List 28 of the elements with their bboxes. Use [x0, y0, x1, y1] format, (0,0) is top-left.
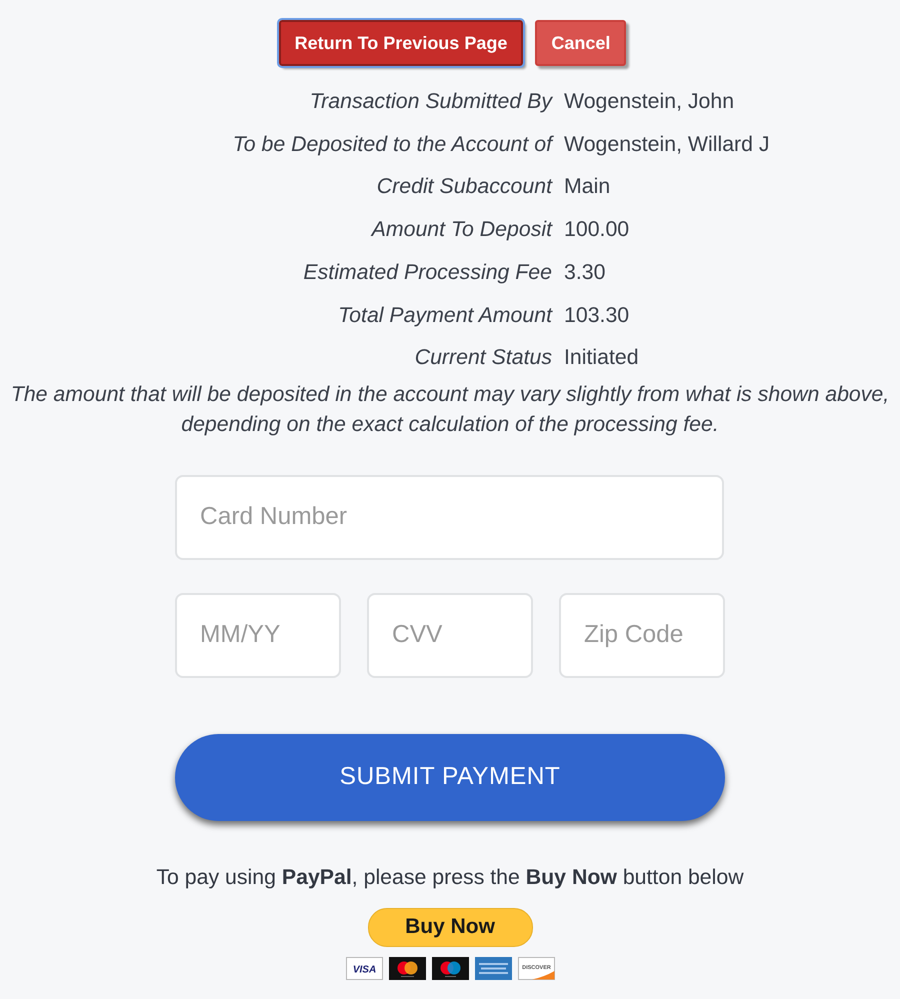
- input-field[interactable]: CVV: [367, 592, 533, 678]
- detail-value: Wogenstein, Willard J: [564, 130, 771, 158]
- fee-note: The amount that will be deposited in the account may vary slightly from what is shown above, depending on the exact calculation of the processing fee.: [10, 380, 890, 438]
- detail-value: Initiated: [564, 344, 640, 372]
- detail-value: 3.30: [564, 258, 606, 286]
- detail-value: 100.00: [564, 216, 630, 244]
- detail-value: 103.30: [564, 302, 630, 329]
- detail-label: Transaction Submitted By: [308, 88, 552, 115]
- submit-payment-button[interactable]: SUBMIT PAYMENT: [175, 734, 725, 821]
- visa-logo: VISA: [346, 956, 382, 980]
- detail-label: To be Deposited to the Account of: [232, 130, 552, 158]
- detail-value: Wogenstein, John: [564, 88, 736, 115]
- detail-label: Amount To Deposit: [370, 216, 552, 244]
- card-brand-icon: [388, 956, 426, 980]
- detail-value: Main: [564, 173, 612, 200]
- detail-label: Credit Subaccount: [376, 173, 552, 200]
- return-button[interactable]: Return To Previous Page: [278, 20, 524, 66]
- input-field[interactable]: MM/YY: [175, 592, 341, 678]
- detail-label: Total Payment Amount: [337, 302, 552, 329]
- buy-now-button[interactable]: Buy Now: [368, 908, 532, 947]
- card-number-field[interactable]: Card Number: [175, 474, 724, 560]
- card-brand-icon: [474, 956, 512, 980]
- cancel-button[interactable]: Cancel: [535, 20, 626, 66]
- detail-label: Estimated Processing Fee: [302, 258, 552, 286]
- input-field[interactable]: Zip Code: [559, 592, 725, 678]
- detail-label: Current Status: [414, 344, 552, 372]
- paypal-instructions: To pay using PayPal, please press the Buy Now button below: [156, 864, 744, 889]
- card-brand-icon: [432, 956, 468, 980]
